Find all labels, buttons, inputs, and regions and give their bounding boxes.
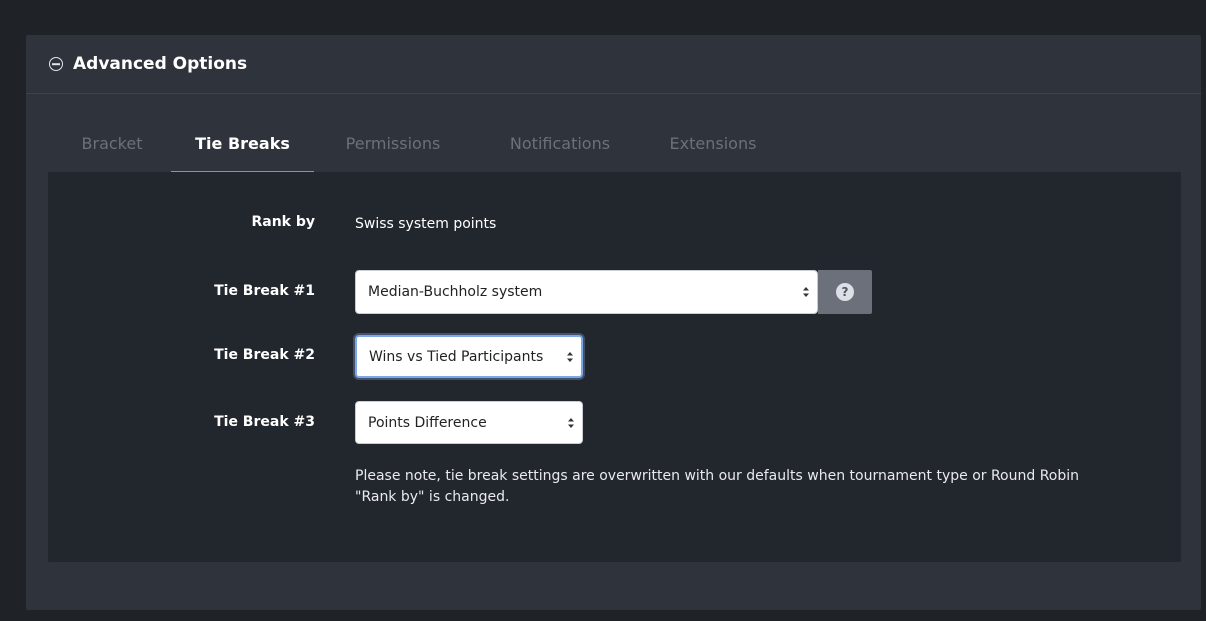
- tab-tie-breaks[interactable]: Tie Breaks: [171, 94, 314, 174]
- tie-break-3-select[interactable]: Points Difference: [355, 401, 583, 444]
- select-caret-icon: [803, 287, 809, 297]
- tie-break-2-label: Tie Break #2: [214, 347, 315, 363]
- tie-break-2-select[interactable]: Wins vs Tied Participants: [355, 335, 583, 378]
- rank-by-value: Swiss system points: [355, 216, 497, 232]
- tie-break-2-value: Wins vs Tied Participants: [369, 348, 544, 365]
- page: Advanced Options Bracket Tie Breaks Perm…: [0, 0, 1206, 621]
- tie-break-1-value: Median-Buchholz system: [368, 284, 543, 300]
- tab-notifications[interactable]: Notifications: [486, 94, 634, 172]
- tab-extensions[interactable]: Extensions: [651, 94, 775, 172]
- rank-by-label: Rank by: [251, 214, 315, 230]
- tie-break-3-label: Tie Break #3: [214, 414, 315, 430]
- tab-permissions[interactable]: Permissions: [330, 94, 456, 172]
- tab-bracket[interactable]: Bracket: [62, 94, 162, 172]
- tie-break-1-select[interactable]: Median-Buchholz system: [355, 270, 818, 314]
- tab-bar: Bracket Tie Breaks Permissions Notificat…: [0, 94, 1206, 174]
- select-caret-icon: [568, 417, 574, 428]
- question-icon: ?: [836, 283, 854, 301]
- minus-circle-icon[interactable]: [49, 57, 63, 71]
- tie-break-3-value: Points Difference: [368, 414, 487, 431]
- panel-title: Advanced Options: [73, 54, 248, 74]
- tie-break-1-label: Tie Break #1: [214, 283, 315, 299]
- tie-break-help-button[interactable]: ?: [818, 270, 872, 314]
- select-caret-icon: [567, 351, 573, 362]
- panel-header[interactable]: Advanced Options: [26, 35, 1201, 94]
- tie-break-note: Please note, tie break settings are over…: [355, 468, 1080, 505]
- tie-breaks-content: Rank by Swiss system points Tie Break #1…: [48, 172, 1181, 562]
